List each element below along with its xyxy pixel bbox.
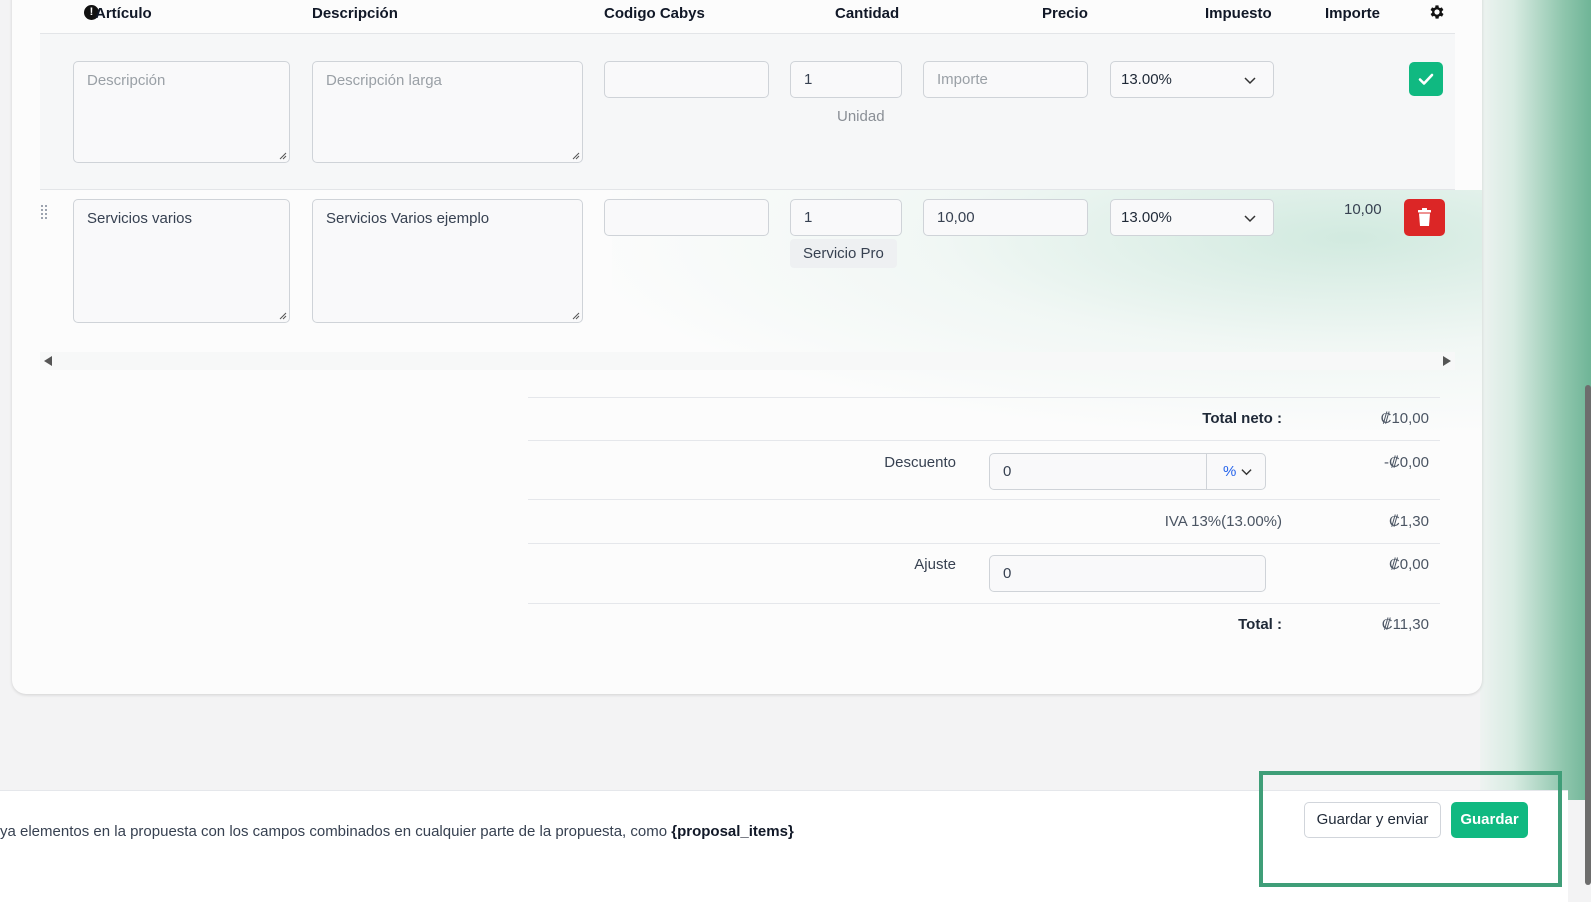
adjustment-label: Ajuste — [914, 556, 956, 573]
item-long-description-value: Servicios Varios ejemplo — [326, 210, 490, 227]
adjustment-input[interactable]: 0 — [989, 555, 1266, 592]
new-item-rate-input[interactable]: Importe — [923, 61, 1088, 98]
discount-type-dropdown[interactable]: % — [1206, 454, 1266, 489]
totals-divider — [528, 397, 1440, 398]
header-articulo: Artículo — [95, 5, 152, 22]
totals-divider — [528, 440, 1440, 441]
header-cantidad: Cantidad — [835, 5, 900, 22]
item-rate-input[interactable]: 10,00 — [923, 199, 1088, 236]
save-and-send-button[interactable]: Guardar y enviar — [1304, 802, 1441, 838]
scroll-right-icon[interactable] — [1443, 356, 1451, 366]
resize-grip-icon[interactable] — [279, 312, 287, 320]
item-long-description-field[interactable]: Servicios Varios ejemplo — [312, 199, 583, 323]
scroll-left-icon[interactable] — [44, 356, 52, 366]
chevron-down-icon — [1244, 77, 1256, 85]
header-impuesto: Impuesto — [1205, 5, 1272, 22]
add-item-button[interactable] — [1409, 62, 1443, 96]
item-quantity-input[interactable]: 1 — [790, 199, 902, 236]
drag-handle-icon[interactable] — [40, 204, 49, 222]
totals-divider — [528, 499, 1440, 500]
tax-label: IVA 13%(13.00%) — [1164, 513, 1282, 530]
adjustment-value: ₡0,00 — [1388, 556, 1429, 573]
item-tax-select[interactable]: 13.00% — [1110, 199, 1274, 236]
footer-hint: ya elementos en la propuesta con los cam… — [0, 823, 794, 840]
resize-grip-icon[interactable] — [572, 152, 580, 160]
page-side-gradient — [1480, 0, 1591, 800]
item-description-field[interactable]: Servicios varios — [73, 199, 290, 323]
item-unit-label: Servicio Pro — [790, 239, 897, 268]
header-importe: Importe — [1325, 5, 1381, 22]
new-item-description-field[interactable]: Descripción — [73, 61, 290, 163]
discount-input-group: 0 % — [989, 453, 1266, 490]
header-precio: Precio — [1042, 5, 1088, 22]
subtotal-value: ₡10,00 — [1380, 410, 1429, 427]
item-description-value: Servicios varios — [87, 210, 193, 227]
total-label: Total : — [1238, 616, 1282, 633]
discount-input[interactable]: 0 — [1003, 454, 1011, 489]
new-item-tax-value: 13.00% — [1121, 71, 1172, 88]
totals-divider — [528, 603, 1440, 604]
header-descripcion: Descripción — [312, 5, 398, 22]
new-item-tax-select[interactable]: 13.00% — [1110, 61, 1274, 98]
remove-item-button[interactable] — [1404, 199, 1445, 236]
totals-divider — [528, 543, 1440, 544]
trash-icon — [1418, 208, 1431, 226]
discount-label: Descuento — [884, 454, 956, 471]
new-item-quantity-input[interactable]: 1 — [790, 61, 902, 98]
header-cabys: Codigo Cabys — [604, 5, 705, 22]
check-icon — [1418, 73, 1434, 85]
discount-value: -₡0,00 — [1383, 454, 1429, 471]
new-item-description-placeholder: Descripción — [87, 72, 166, 89]
footer-hint-tag: {proposal_items} — [671, 823, 794, 840]
new-item-long-description-placeholder: Descripción larga — [326, 72, 442, 89]
table-horizontal-scrollbar[interactable] — [40, 352, 1455, 370]
footer-hint-text: ya elementos en la propuesta con los cam… — [0, 823, 672, 840]
new-item-long-description-field[interactable]: Descripción larga — [312, 61, 583, 163]
save-button[interactable]: Guardar — [1451, 802, 1528, 838]
item-cabys-input[interactable] — [604, 199, 769, 236]
chevron-down-icon — [1244, 215, 1256, 223]
tax-value: ₡1,30 — [1388, 513, 1429, 530]
subtotal-label: Total neto : — [1202, 410, 1282, 427]
resize-grip-icon[interactable] — [279, 152, 287, 160]
gear-icon[interactable] — [1428, 3, 1446, 21]
discount-type-value: % — [1223, 463, 1237, 480]
total-value: ₡11,30 — [1381, 616, 1429, 633]
new-item-unit-label: Unidad — [837, 108, 885, 125]
resize-grip-icon[interactable] — [572, 312, 580, 320]
item-amount: 10,00 — [1344, 201, 1382, 218]
item-tax-value: 13.00% — [1121, 209, 1172, 226]
new-item-cabys-input[interactable] — [604, 61, 769, 98]
page-scrollbar[interactable] — [1585, 385, 1591, 885]
chevron-down-icon — [1241, 469, 1252, 476]
